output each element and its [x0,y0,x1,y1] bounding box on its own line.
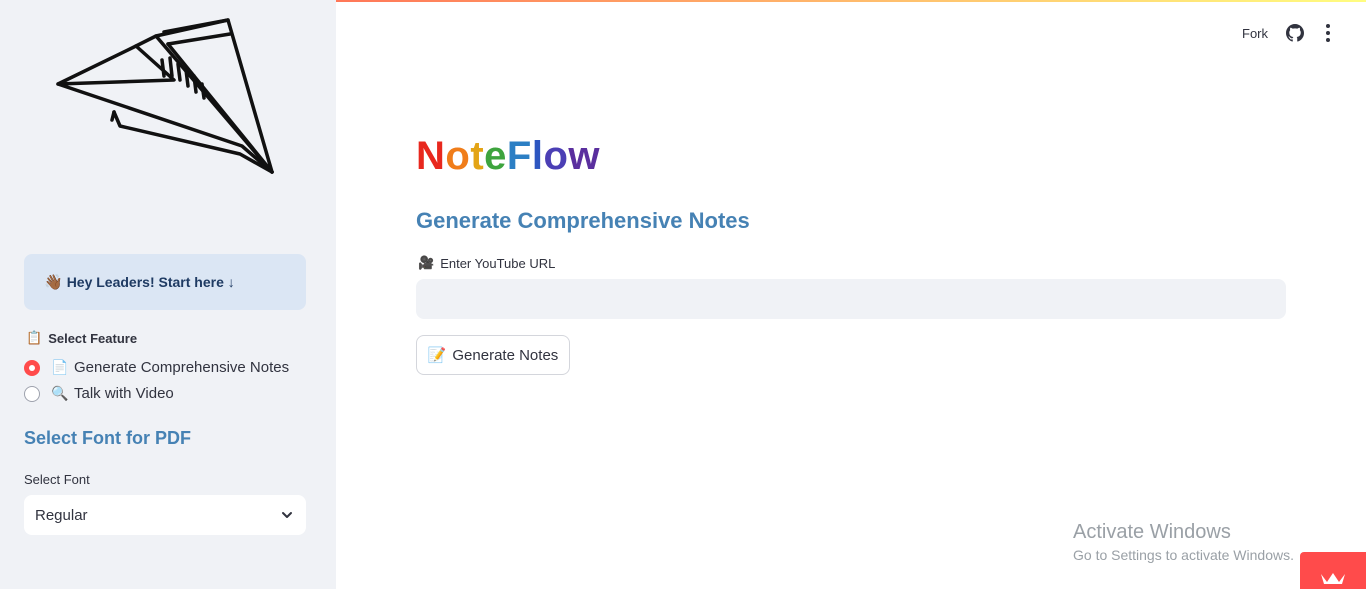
section-heading: Generate Comprehensive Notes [416,208,750,233]
app-title-letter: w [568,134,601,178]
feature-radio-label: 📋 Select Feature [26,330,137,346]
font-select-value: Regular [35,506,88,524]
font-select-label: Select Font [24,472,90,487]
radio-option-generate-notes[interactable]: 📄 Generate Comprehensive Notes [24,359,289,376]
radio-selected-indicator[interactable] [24,359,40,376]
url-input-label: 🎥 Enter YouTube URL [418,255,555,271]
font-select[interactable]: Regular [24,495,306,535]
generate-notes-button[interactable]: 📝 Generate Notes [416,335,570,375]
url-label-text: Enter YouTube URL [440,255,556,271]
github-icon[interactable] [1286,24,1304,42]
radio-option-talk-with-video[interactable]: 🔍 Talk with Video [24,385,174,402]
fork-button[interactable]: Fork [1242,26,1268,41]
app-title-letter: o [543,134,569,178]
watermark-title: Activate Windows [1073,521,1231,543]
app-title-letter: o [445,134,471,178]
app-title-letter: N [416,134,446,178]
paper-plane-logo [56,18,274,174]
chevron-down-icon [282,512,292,518]
radio-option-label: Talk with Video [74,385,174,402]
radio-unselected-indicator[interactable] [24,385,40,402]
info-callout-text: Hey Leaders! Start here ↓ [66,274,235,290]
streamlit-badge[interactable] [1300,552,1366,589]
radio-option-label: Generate Comprehensive Notes [74,359,290,376]
video-camera-icon: 🎥 [418,255,435,270]
windows-activation-watermark: Activate Windows Go to Settings to activ… [1073,521,1294,563]
app-title-letter: t [470,134,485,178]
sidebar: 👋🏾 Hey Leaders! Start here ↓ 📋 Select Fe… [0,0,336,589]
font-section-heading: Select Font for PDF [24,428,192,448]
feature-label-text: Select Feature [48,330,138,346]
app-toolbar: Fork [1242,24,1338,42]
youtube-url-input[interactable] [416,279,1286,319]
app-title-letter: l [531,134,544,178]
clipboard-icon: 📋 [26,330,43,345]
watermark-subtitle: Go to Settings to activate Windows. [1073,547,1294,563]
app-title-letter: e [484,134,507,178]
app-title: NoteFlow [416,134,600,179]
memo-icon: 📝 [427,347,447,364]
info-callout: 👋🏾 Hey Leaders! Start here ↓ [24,254,306,310]
app-title-letter: F [506,134,532,178]
main-menu-icon[interactable] [1318,24,1338,42]
document-icon: 📄 [51,359,69,375]
generate-notes-label: Generate Notes [452,346,559,364]
crown-icon [1321,573,1345,584]
magnifier-icon: 🔍 [51,385,69,401]
waving-hand-icon: 👋🏾 [44,274,63,291]
